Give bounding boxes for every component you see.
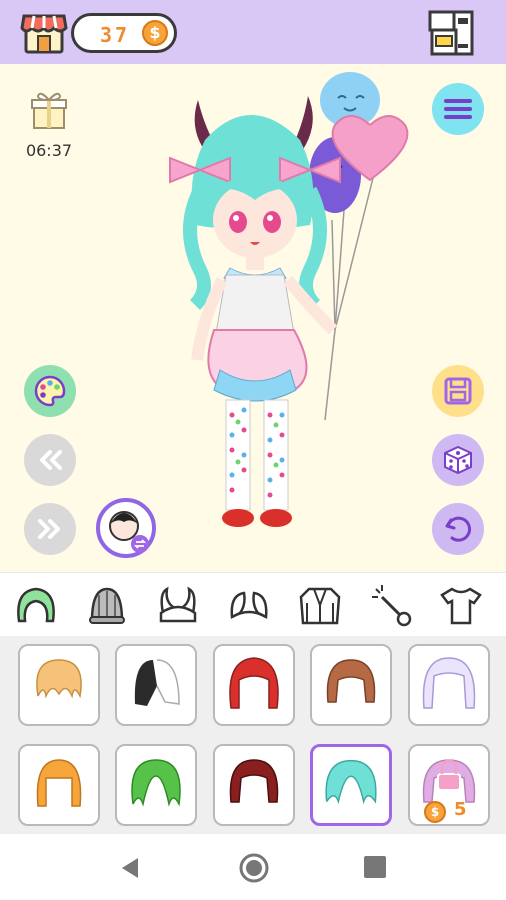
hair-item[interactable] [18,644,100,726]
previous-button[interactable] [24,434,76,486]
hat-icon [89,587,125,624]
back-icon[interactable] [118,856,142,880]
hair-item[interactable] [408,644,490,726]
jacket-icon [299,587,341,625]
system-navigation-bar [0,834,506,900]
palette-icon [34,375,66,407]
save-button[interactable] [432,365,484,417]
hair-item[interactable] [213,644,295,726]
category-jacket[interactable] [297,583,343,627]
recents-icon[interactable] [364,856,386,878]
face-swap-icon [109,511,149,553]
undo-icon [445,516,472,542]
floppy-disk-icon [444,377,472,405]
hair-item-locked[interactable]: $ 5 [408,744,490,826]
hair-item[interactable] [310,644,392,726]
shirt-icon [440,587,482,625]
category-bar [0,572,506,636]
menu-button[interactable] [432,83,484,135]
category-hair[interactable] [13,583,59,627]
hair-item[interactable] [115,644,197,726]
category-horns[interactable] [155,583,201,627]
coin-icon: $ [142,20,168,46]
hair-item-selected[interactable] [310,744,392,826]
dice-icon [444,445,472,475]
gift-timer: 06:37 [25,141,73,160]
bunny-ears-icon [230,591,268,619]
category-hat[interactable] [84,583,130,627]
item-price: 5 [454,799,467,820]
gift-icon[interactable] [28,88,70,130]
hair-item[interactable] [18,744,100,826]
wand-icon [372,585,412,627]
hair-item[interactable] [115,744,197,826]
price-badge: $ 5 [424,799,484,823]
double-chevron-left-icon [40,450,62,470]
dressup-stage: 06:37 [0,64,506,572]
next-button[interactable] [24,503,76,555]
hair-icon [17,587,55,623]
double-chevron-right-icon [38,519,60,539]
character-doll [160,70,420,540]
coin-icon: $ [424,801,446,823]
coin-counter: 37 $ [71,13,177,53]
randomize-button[interactable] [432,434,484,486]
coin-count: 37 [100,23,131,47]
vending-machine-icon[interactable] [426,8,476,58]
hair-item-grid: $ 5 [0,636,506,834]
home-icon[interactable] [238,852,270,884]
shop-icon[interactable] [20,8,68,56]
top-bar: 37 $ [0,0,506,64]
category-wand[interactable] [368,583,414,627]
change-face-button[interactable] [96,498,156,558]
hair-item[interactable] [213,744,295,826]
palette-button[interactable] [24,365,76,417]
hamburger-icon [444,99,472,119]
undo-button[interactable] [432,503,484,555]
horns-icon [159,586,197,623]
category-ears[interactable] [226,583,272,627]
category-shirt[interactable] [438,583,484,627]
